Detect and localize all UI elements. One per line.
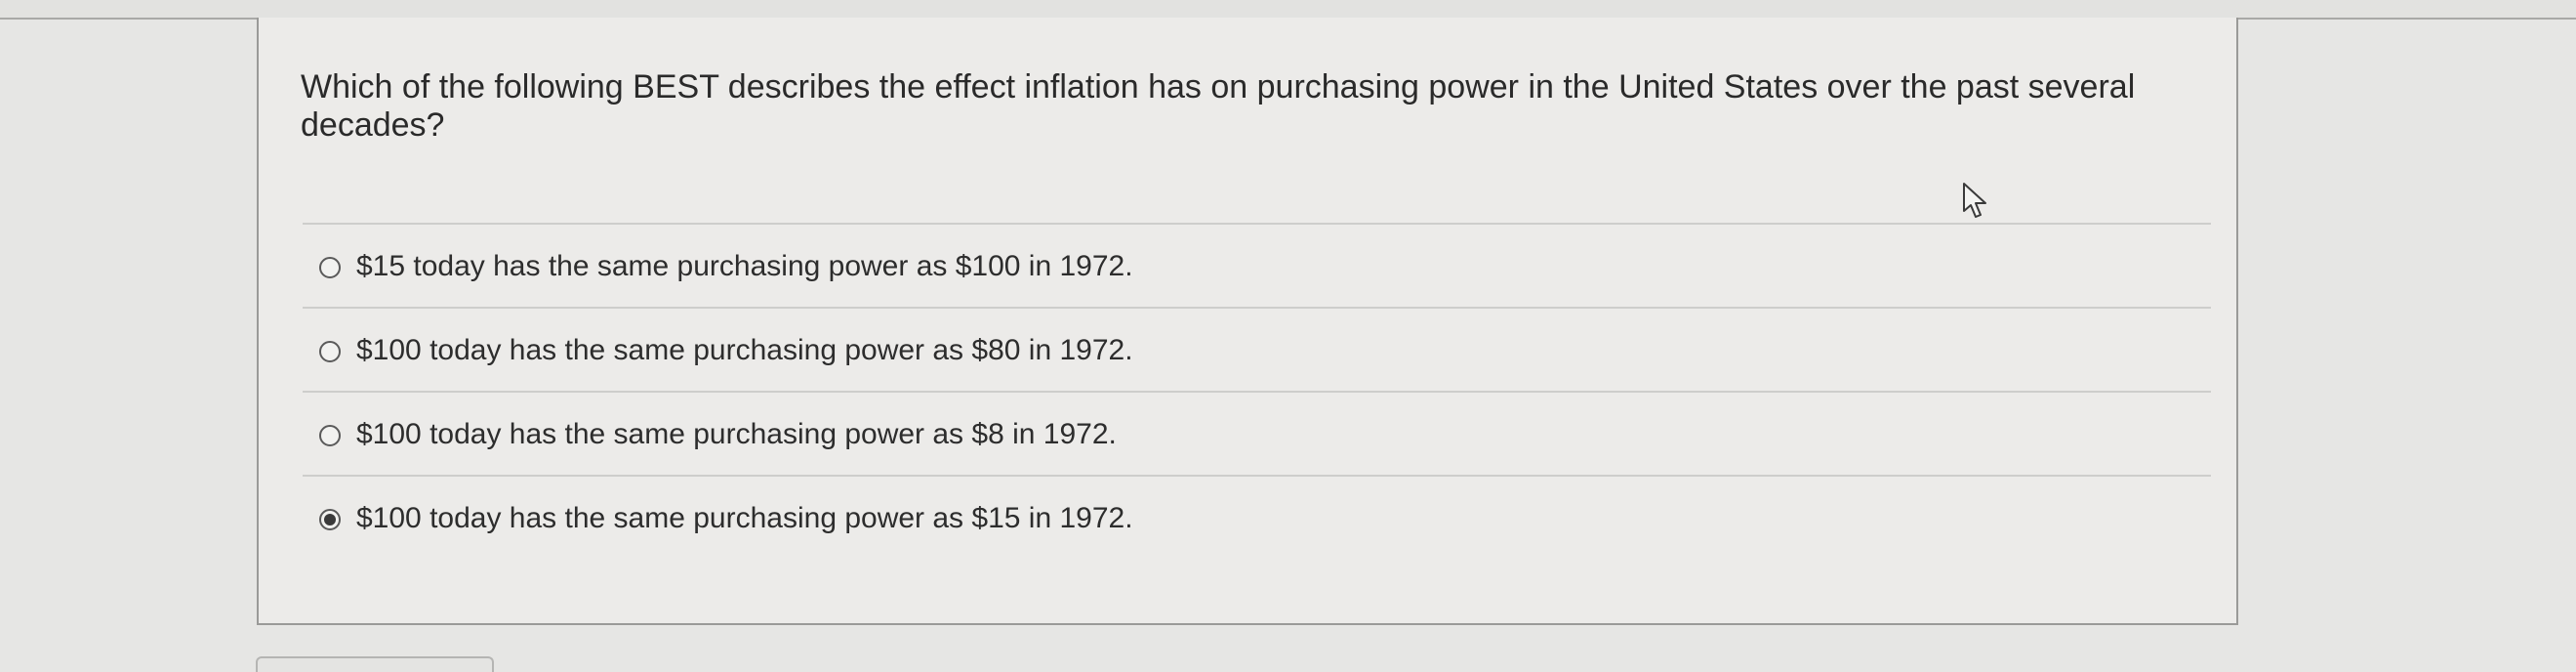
top-divider-band (0, 0, 2576, 20)
radio-button-icon[interactable] (319, 425, 341, 446)
bottom-tab[interactable] (256, 656, 494, 672)
answer-option-label: $100 today has the same purchasing power… (356, 502, 1133, 534)
answer-option-label: $100 today has the same purchasing power… (356, 418, 1117, 450)
mouse-pointer-icon (1963, 183, 1986, 218)
question-text: Which of the following BEST describes th… (301, 68, 2136, 144)
radio-button-selected-icon[interactable] (319, 509, 341, 530)
answer-options: $15 today has the same purchasing power … (303, 223, 2211, 559)
radio-button-icon[interactable] (319, 257, 341, 278)
answer-option-1[interactable]: $15 today has the same purchasing power … (303, 223, 2211, 307)
answer-option-label: $15 today has the same purchasing power … (356, 250, 1133, 282)
answer-option-label: $100 today has the same purchasing power… (356, 334, 1133, 366)
answer-option-4[interactable]: $100 today has the same purchasing power… (303, 475, 2211, 559)
answer-option-3[interactable]: $100 today has the same purchasing power… (303, 391, 2211, 475)
question-card: Which of the following BEST describes th… (257, 18, 2238, 625)
answer-option-2[interactable]: $100 today has the same purchasing power… (303, 307, 2211, 391)
radio-button-icon[interactable] (319, 341, 341, 362)
